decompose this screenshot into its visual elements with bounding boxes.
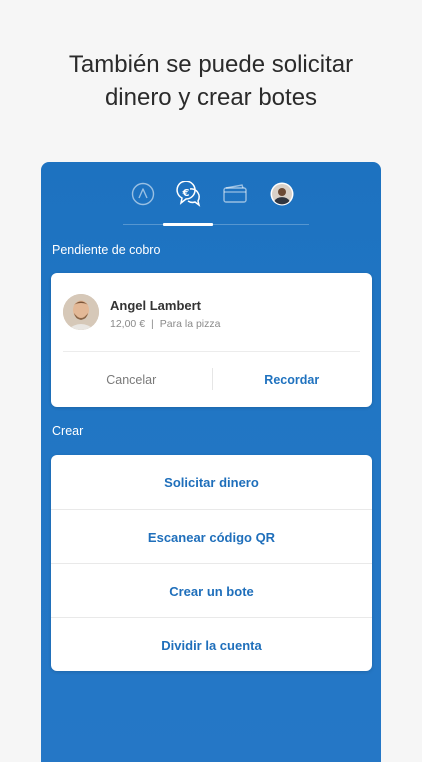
- request-money-button[interactable]: Solicitar dinero: [51, 455, 372, 509]
- tab-profile[interactable]: [268, 180, 296, 208]
- request-concept: Para la pizza: [159, 318, 221, 330]
- user-avatar-image: [63, 294, 99, 330]
- tab-active-indicator: [163, 223, 213, 226]
- pending-section-label: Pendiente de cobro: [52, 243, 161, 257]
- pending-request-card: Angel Lambert 12,00 € | Para la pizza Canc…: [51, 273, 372, 407]
- headline-line-1: También se puede solicitar: [68, 51, 354, 78]
- tab-money-requests[interactable]: €: [174, 180, 202, 208]
- wallet-icon: [223, 184, 247, 203]
- requester-name: Angel Lambert: [110, 298, 202, 313]
- cancel-button[interactable]: Cancelar: [51, 352, 212, 407]
- tab-bar: €: [41, 180, 381, 216]
- activity-icon: [131, 182, 155, 206]
- headline-line-2: dinero y crear botes: [104, 84, 318, 111]
- app-screen: € Pendiente de cobro Angel Lambert 12,00…: [41, 162, 381, 762]
- request-details: 12,00 € | Para la pizza: [110, 318, 220, 330]
- create-options-card: Solicitar dinero Escanear código QR Crea…: [51, 455, 372, 671]
- create-section-label: Crear: [52, 424, 84, 438]
- profile-avatar: [270, 182, 294, 206]
- avatar: [63, 294, 99, 330]
- scan-qr-button[interactable]: Escanear código QR: [51, 510, 372, 564]
- tab-underline: [123, 224, 309, 225]
- promo-headline: También se puede solicitar dinero y crea…: [0, 48, 422, 114]
- request-amount: 12,00 €: [110, 318, 146, 330]
- tab-activity[interactable]: [129, 180, 157, 208]
- split-bill-button[interactable]: Dividir la cuenta: [51, 618, 372, 672]
- euro-chat-icon: €: [176, 181, 201, 207]
- remind-button[interactable]: Recordar: [212, 352, 373, 407]
- tab-wallet[interactable]: [221, 180, 249, 208]
- svg-text:€: €: [182, 188, 190, 199]
- create-pot-button[interactable]: Crear un bote: [51, 564, 372, 618]
- detail-separator: |: [151, 318, 154, 330]
